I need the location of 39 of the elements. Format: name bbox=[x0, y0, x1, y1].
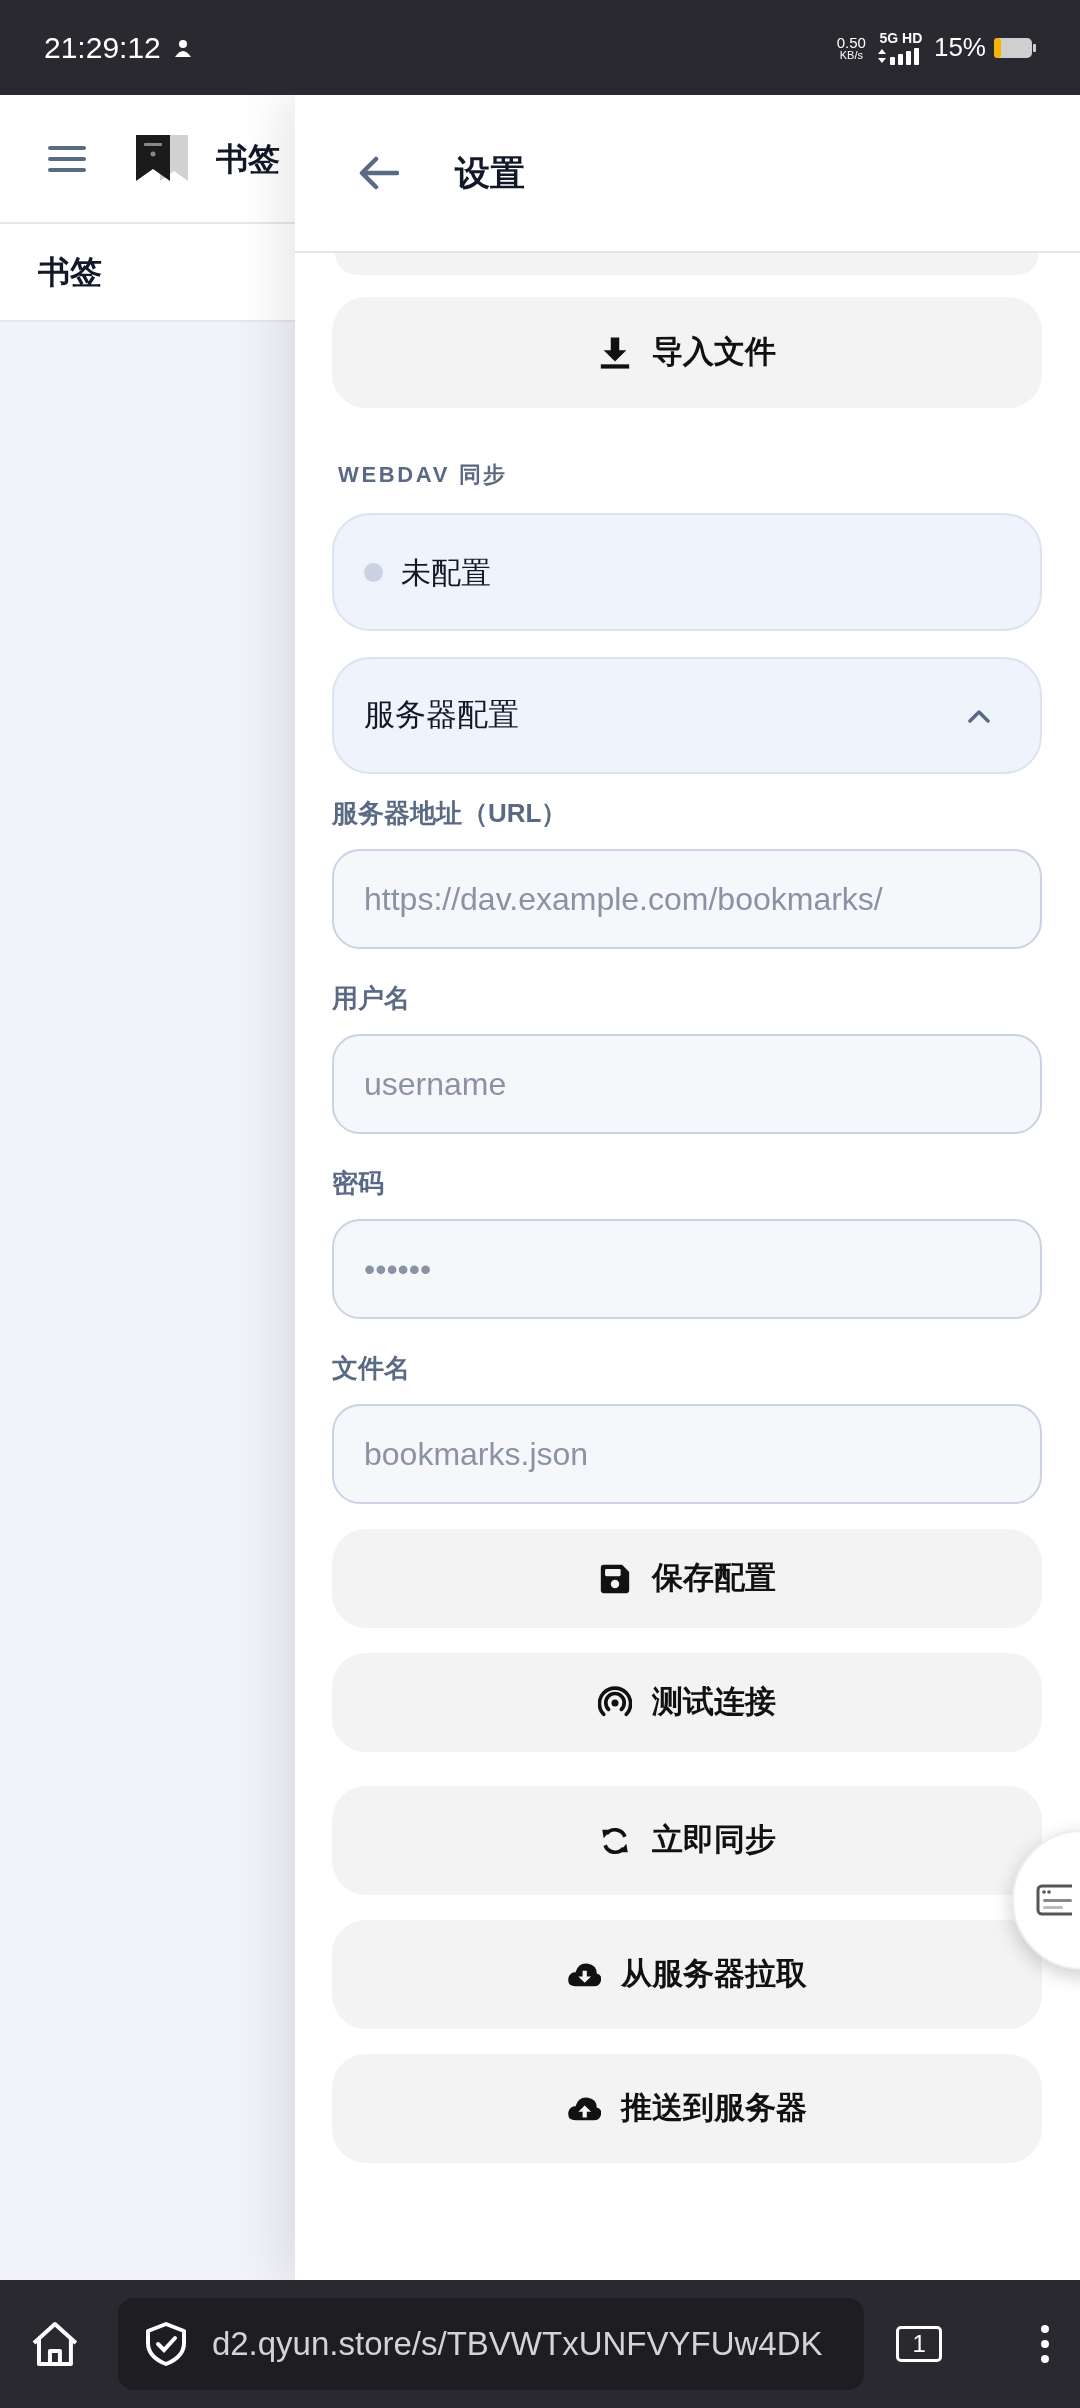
battery-percent: 15% bbox=[933, 31, 986, 64]
input-field[interactable]: username bbox=[332, 1034, 1042, 1134]
shield-check-icon bbox=[143, 2321, 188, 2367]
home-icon[interactable] bbox=[30, 2321, 80, 2367]
speed-unit: KB/s bbox=[839, 49, 863, 61]
action-button[interactable]: 保存配置 bbox=[332, 1529, 1042, 1628]
more-options-icon[interactable] bbox=[1040, 2324, 1050, 2364]
network-type: 5G HD bbox=[879, 30, 923, 45]
input-field[interactable]: https://dav.example.com/bookmarks/ bbox=[332, 849, 1042, 949]
action-button[interactable]: 测试连接 bbox=[332, 1653, 1042, 1752]
chevron-up-icon bbox=[968, 708, 990, 723]
clock-time: 21:29:12 bbox=[44, 30, 161, 66]
accordion-header[interactable]: 服务器配置 bbox=[332, 657, 1042, 774]
battery-icon bbox=[994, 37, 1036, 58]
action-button[interactable]: 从服务器拉取 bbox=[332, 1920, 1042, 2029]
menu-icon[interactable] bbox=[48, 144, 88, 173]
field-label: 密码 bbox=[332, 1167, 385, 1200]
app-title: 书签 bbox=[216, 139, 280, 179]
section-title: 书签 bbox=[38, 253, 102, 292]
browser-window-icon bbox=[1036, 1882, 1072, 1918]
person-icon bbox=[174, 38, 191, 57]
download-icon bbox=[598, 335, 632, 370]
url-text: d2.qyun.store/s/TBVWTxUNFVYFUw4DK bbox=[211, 2324, 823, 2365]
action-button[interactable]: 导入文件 bbox=[332, 297, 1042, 408]
status-text: 未配置 bbox=[401, 554, 491, 591]
action-button[interactable]: 推送到服务器 bbox=[332, 2054, 1042, 2163]
back-arrow-icon[interactable] bbox=[359, 156, 399, 190]
section-label: WEBDAV 同步 bbox=[338, 461, 509, 489]
address-bar[interactable]: d2.qyun.store/s/TBVWTxUNFVYFUw4DK bbox=[117, 2298, 865, 2390]
bookmark-icon bbox=[136, 134, 188, 183]
input-field[interactable]: •••••• bbox=[332, 1219, 1042, 1319]
input-field[interactable]: bookmarks.json bbox=[332, 1404, 1042, 1504]
tab-count-button[interactable]: 1 bbox=[896, 2326, 943, 2362]
field-label: 用户名 bbox=[332, 982, 411, 1015]
field-label: 服务器地址（URL） bbox=[332, 797, 569, 830]
network-speed: 0.50 bbox=[836, 34, 866, 50]
action-button[interactable]: 立即同步 bbox=[332, 1786, 1042, 1895]
panel-title: 设置 bbox=[455, 151, 525, 194]
field-label: 文件名 bbox=[332, 1352, 411, 1385]
